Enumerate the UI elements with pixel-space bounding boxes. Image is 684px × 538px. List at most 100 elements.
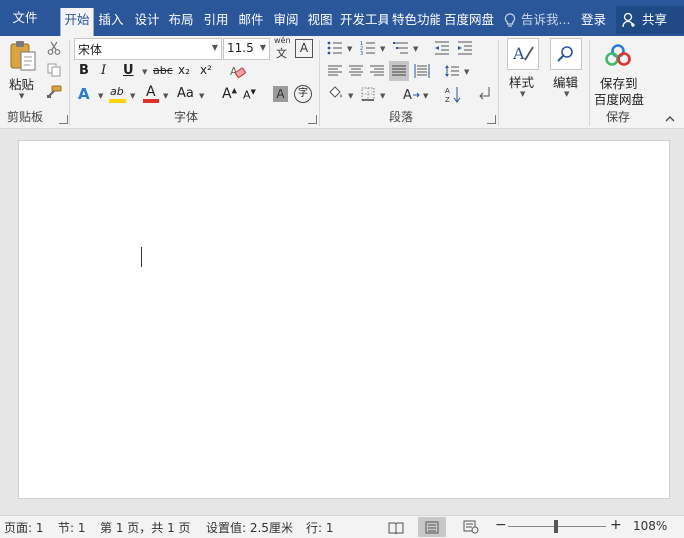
font-color-swatch bbox=[143, 99, 159, 103]
italic-button[interactable]: I bbox=[101, 63, 115, 79]
tab-home[interactable]: 开始 bbox=[60, 8, 94, 36]
line-spacing-dropdown-icon[interactable]: ▼ bbox=[464, 68, 469, 76]
multilevel-dropdown-icon[interactable]: ▼ bbox=[413, 45, 418, 53]
sort-icon[interactable]: AZ bbox=[443, 84, 463, 104]
bold-button[interactable]: B bbox=[79, 63, 93, 79]
zoom-in-button[interactable]: + bbox=[610, 517, 622, 533]
bullets-dropdown-icon[interactable]: ▼ bbox=[347, 45, 352, 53]
highlight-dropdown-icon[interactable]: ▼ bbox=[130, 92, 135, 100]
borders-dropdown-icon[interactable]: ▼ bbox=[380, 92, 385, 100]
collapse-ribbon-icon[interactable] bbox=[663, 112, 677, 124]
tab-baidu[interactable]: 百度网盘 bbox=[444, 8, 494, 32]
save-to-label-line2: 百度网盘 bbox=[594, 92, 645, 107]
multilevel-list-icon[interactable] bbox=[392, 40, 410, 56]
shrink-font-button[interactable]: A▼ bbox=[243, 88, 259, 102]
editing-button[interactable]: 编辑 ▼ bbox=[546, 38, 586, 102]
web-layout-icon[interactable] bbox=[457, 517, 485, 537]
grow-font-button[interactable]: A▲ bbox=[222, 86, 238, 102]
cut-icon[interactable] bbox=[45, 40, 63, 56]
svg-text:A: A bbox=[403, 88, 412, 102]
zoom-level[interactable]: 108% bbox=[633, 519, 667, 533]
status-section[interactable]: 节: 1 bbox=[58, 519, 86, 536]
character-border-button[interactable]: A bbox=[295, 39, 313, 58]
justify-icon[interactable] bbox=[389, 61, 409, 81]
styles-label: 样式 bbox=[509, 75, 535, 90]
tab-design[interactable]: 设计 bbox=[132, 8, 162, 32]
clipboard-group-label: 剪贴板 bbox=[7, 110, 44, 124]
character-shading-button[interactable]: A bbox=[273, 86, 288, 102]
underline-button[interactable]: U bbox=[123, 63, 137, 79]
text-direction-dropdown-icon[interactable]: ▼ bbox=[423, 92, 428, 100]
share-button[interactable]: 共享 bbox=[616, 6, 684, 34]
save-to-baidu-button[interactable]: 保存到 百度网盘 bbox=[592, 40, 644, 107]
align-right-icon[interactable] bbox=[368, 63, 386, 79]
bullets-icon[interactable] bbox=[326, 40, 344, 56]
numbering-icon[interactable]: 123 bbox=[359, 40, 377, 56]
numbering-dropdown-icon[interactable]: ▼ bbox=[380, 45, 385, 53]
shading-dropdown-icon[interactable]: ▼ bbox=[348, 92, 353, 100]
tab-layout[interactable]: 布局 bbox=[166, 8, 196, 32]
change-case-dropdown-icon[interactable]: ▼ bbox=[199, 92, 204, 100]
subscript-button[interactable]: x₂ bbox=[178, 63, 196, 79]
font-group-label: 字体 bbox=[174, 110, 199, 124]
highlight-color-swatch bbox=[109, 99, 126, 103]
distributed-icon[interactable] bbox=[413, 62, 431, 80]
status-setting[interactable]: 设置值: 2.5厘米 bbox=[206, 519, 293, 536]
format-painter-icon[interactable] bbox=[45, 84, 63, 100]
phonetic-guide-pinyin: wén bbox=[274, 36, 291, 45]
chevron-down-icon[interactable]: ▼ bbox=[260, 43, 266, 52]
status-page[interactable]: 页面: 1 bbox=[4, 519, 44, 536]
font-color-button[interactable]: A bbox=[143, 84, 159, 103]
print-layout-icon[interactable] bbox=[418, 517, 446, 537]
paragraph-launcher-icon[interactable] bbox=[487, 115, 496, 124]
borders-icon[interactable] bbox=[359, 85, 377, 103]
text-effects-button[interactable]: A bbox=[78, 85, 96, 103]
phonetic-guide-button[interactable]: wén 文 bbox=[274, 36, 291, 60]
font-size-value: 11.5 bbox=[227, 41, 254, 55]
text-direction-icon[interactable]: A bbox=[401, 85, 421, 103]
chevron-down-icon[interactable]: ▼ bbox=[212, 43, 218, 52]
document-page[interactable] bbox=[18, 140, 670, 499]
login-button[interactable]: 登录 bbox=[581, 8, 606, 32]
tab-file[interactable]: 文件 bbox=[4, 6, 46, 30]
tab-insert[interactable]: 插入 bbox=[96, 8, 126, 32]
font-name-combo[interactable]: 宋体 ▼ bbox=[74, 38, 222, 60]
increase-indent-icon[interactable] bbox=[456, 40, 474, 56]
change-case-button[interactable]: Aa bbox=[177, 86, 197, 102]
tell-me-search[interactable]: 告诉我... bbox=[521, 8, 570, 32]
font-size-combo[interactable]: 11.5 ▼ bbox=[223, 38, 270, 60]
highlight-color-button[interactable]: ab bbox=[109, 85, 127, 103]
tab-developer[interactable]: 开发工具 bbox=[340, 8, 388, 32]
tab-review[interactable]: 审阅 bbox=[271, 8, 301, 32]
text-effects-dropdown-icon[interactable]: ▼ bbox=[98, 92, 103, 100]
status-row[interactable]: 行: 1 bbox=[306, 519, 334, 536]
paragraph-mark-icon[interactable] bbox=[475, 84, 493, 102]
font-launcher-icon[interactable] bbox=[308, 115, 317, 124]
zoom-out-button[interactable]: − bbox=[495, 517, 507, 533]
tab-view[interactable]: 视图 bbox=[305, 8, 335, 32]
clear-formatting-icon[interactable]: A bbox=[228, 62, 248, 80]
styles-button[interactable]: A 样式 ▼ bbox=[503, 38, 541, 102]
decrease-indent-icon[interactable] bbox=[433, 40, 451, 56]
paste-button[interactable]: 粘贴 ▼ bbox=[6, 40, 38, 102]
enclose-characters-button[interactable]: 字 bbox=[294, 85, 312, 103]
align-center-icon[interactable] bbox=[347, 63, 365, 79]
font-name-value: 宋体 bbox=[78, 43, 103, 57]
font-color-dropdown-icon[interactable]: ▼ bbox=[163, 92, 168, 100]
zoom-slider-thumb[interactable] bbox=[554, 520, 558, 533]
tab-special[interactable]: 特色功能 bbox=[392, 8, 440, 32]
tab-mailings[interactable]: 邮件 bbox=[236, 8, 266, 32]
superscript-button[interactable]: x² bbox=[200, 63, 218, 79]
line-spacing-icon[interactable] bbox=[443, 62, 461, 80]
align-left-icon[interactable] bbox=[326, 63, 344, 79]
status-page-count[interactable]: 第 1 页，共 1 页 bbox=[100, 519, 191, 536]
strikethrough-button[interactable]: abc bbox=[153, 64, 175, 80]
read-mode-icon[interactable] bbox=[382, 517, 410, 537]
tab-references[interactable]: 引用 bbox=[201, 8, 231, 32]
clipboard-launcher-icon[interactable] bbox=[59, 115, 68, 124]
underline-dropdown-icon[interactable]: ▼ bbox=[142, 68, 147, 76]
font-color-label: A bbox=[146, 84, 156, 100]
copy-icon[interactable] bbox=[45, 62, 63, 78]
save-group-label: 保存 bbox=[606, 110, 631, 124]
shading-icon[interactable] bbox=[326, 85, 346, 103]
